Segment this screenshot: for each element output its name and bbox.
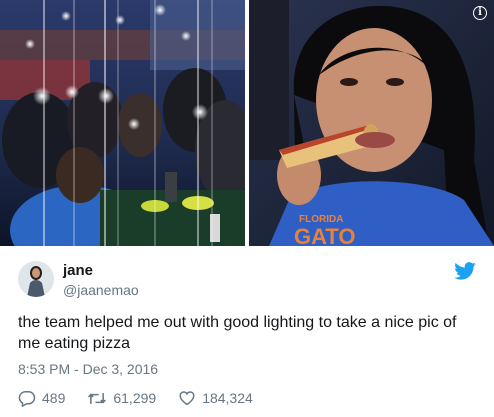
avatar[interactable] <box>18 261 54 297</box>
reply-button[interactable]: 489 <box>18 390 65 407</box>
team-holding-phone-lights-photo[interactable] <box>0 0 245 246</box>
retweet-icon <box>88 392 107 404</box>
tweet-actions: 489 61,299 184,324 <box>18 389 275 407</box>
retweet-count: 61,299 <box>113 390 157 406</box>
tweet-media[interactable]: FLORIDA GATO i <box>0 0 494 246</box>
tweet-timestamp[interactable]: 8:53 PM - Dec 3, 2016 <box>18 361 158 377</box>
like-button[interactable]: 184,324 <box>178 390 253 406</box>
reply-count: 489 <box>42 390 66 406</box>
tweet-text: the team helped me out with good lightin… <box>18 314 457 352</box>
reply-icon <box>18 390 36 407</box>
like-icon <box>179 391 195 406</box>
tweet-card: FLORIDA GATO i jane @jaanemao the team h… <box>0 0 494 417</box>
user-handle[interactable]: @jaanemao <box>63 282 139 298</box>
retweet-button[interactable]: 61,299 <box>87 390 156 406</box>
svg-text:GATO: GATO <box>294 224 356 246</box>
twitter-bird-icon[interactable] <box>454 262 476 280</box>
display-name[interactable]: jane <box>63 262 93 279</box>
info-icon[interactable]: i <box>473 6 487 20</box>
girl-eating-pizza-photo[interactable]: FLORIDA GATO i <box>249 0 494 246</box>
like-count: 184,324 <box>202 390 253 406</box>
